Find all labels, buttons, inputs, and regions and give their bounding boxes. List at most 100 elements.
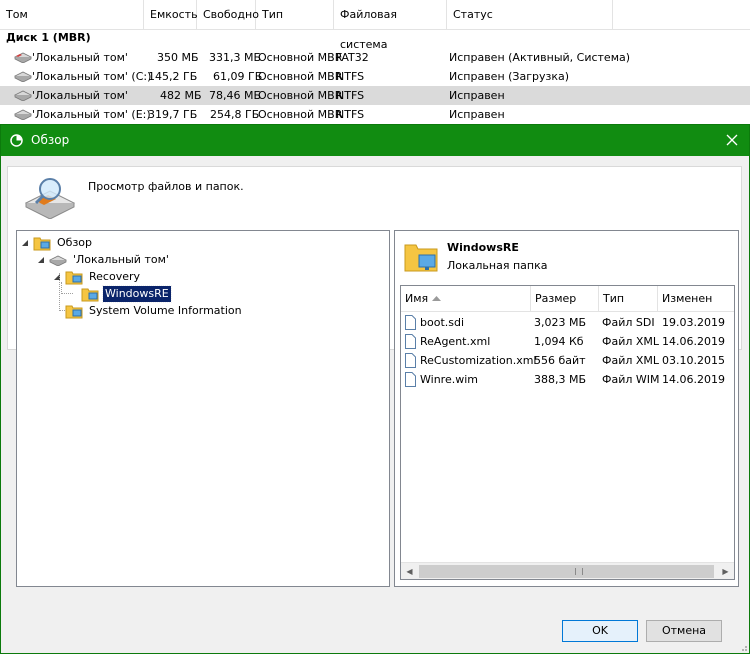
col-modified[interactable]: Изменен	[658, 286, 734, 312]
volume-capacity: 482 МБ	[160, 89, 202, 102]
file-modified: 19.03.2019	[662, 316, 725, 329]
file-modified: 14.06.2019	[662, 373, 725, 386]
volume-fs: NTFS	[336, 89, 365, 102]
file-modified: 03.10.2015	[662, 354, 725, 367]
file-icon	[405, 372, 416, 387]
col-type[interactable]: Тип	[256, 0, 334, 30]
scroll-right-icon[interactable]: ▶	[717, 563, 734, 580]
volume-icon	[14, 71, 32, 82]
app-icon	[10, 134, 23, 147]
volume-name: 'Локальный том'	[32, 89, 128, 102]
file-icon	[405, 353, 416, 368]
dialog-description: Просмотр файлов и папок.	[88, 180, 244, 193]
file-size: 3,023 МБ	[534, 316, 587, 329]
expanded-arrow-icon	[38, 257, 44, 263]
volume-icon	[14, 109, 32, 120]
header-strip: Просмотр файлов и папок.	[8, 167, 741, 224]
volume-status: Исправен	[449, 89, 505, 102]
volume-row[interactable]: 'Локальный том' (E:) 319,7 ГБ 254,8 ГБ О…	[0, 105, 750, 124]
volume-table-header: Том Емкость Свободно Тип Файловая систем…	[0, 0, 750, 51]
tree-label: System Volume Information	[89, 304, 242, 317]
col-volume[interactable]: Том	[0, 0, 144, 30]
col-name-label: Имя	[405, 292, 429, 305]
volume-fs: NTFS	[336, 70, 365, 83]
volume-free: 61,09 ГБ	[213, 70, 263, 83]
col-name[interactable]: Имя	[401, 286, 531, 312]
folder-icon	[65, 305, 83, 319]
volume-icon	[14, 52, 32, 63]
tree-label: Recovery	[89, 270, 141, 283]
dialog-title: Обзор	[31, 133, 70, 147]
volume-row-selected[interactable]: 'Локальный том' 482 МБ 78,46 МБ Основной…	[0, 86, 750, 105]
file-name: ReCustomization.xml	[420, 354, 537, 367]
file-row[interactable]: boot.sdi 3,023 МБ Файл SDI 19.03.2019	[401, 313, 734, 332]
volume-icon	[14, 90, 32, 101]
col-filesystem[interactable]: Файловая система	[334, 0, 447, 51]
browse-disk-icon	[24, 178, 76, 219]
expanded-arrow-icon	[22, 240, 28, 246]
file-list-header: Имя Размер Тип Изменен	[401, 286, 734, 312]
scrollbar-thumb[interactable]	[419, 565, 714, 578]
ok-button[interactable]: OK	[562, 620, 638, 642]
col-size[interactable]: Размер	[531, 286, 599, 312]
volume-fs: FAT32	[336, 51, 369, 64]
col-type[interactable]: Тип	[599, 286, 658, 312]
col-free[interactable]: Свободно	[197, 0, 259, 30]
volume-status: Исправен (Активный, Система)	[449, 51, 631, 64]
volume-free: 78,46 МБ	[209, 89, 262, 102]
volume-name: 'Локальный том' (E:)	[32, 108, 151, 121]
volume-name: 'Локальный том' (C:)	[32, 70, 152, 83]
close-icon[interactable]	[723, 131, 741, 149]
file-type: Файл WIM	[602, 373, 660, 386]
resize-grip-icon[interactable]	[738, 642, 748, 652]
folder-contents-panel: WindowsRE Локальная папка Имя Размер Тип…	[394, 230, 739, 587]
file-size: 1,094 Кб	[534, 335, 584, 348]
volume-free: 331,3 МБ	[209, 51, 262, 64]
sort-ascending-icon	[432, 296, 441, 301]
volume-type: Основной MBR	[258, 51, 343, 64]
file-size: 388,3 МБ	[534, 373, 587, 386]
col-capacity[interactable]: Емкость	[144, 0, 198, 30]
volume-type: Основной MBR	[258, 70, 343, 83]
horizontal-scrollbar[interactable]: ◀ ▶	[401, 562, 734, 579]
volume-fs: NTFS	[336, 108, 365, 121]
volume-type: Основной MBR	[258, 89, 343, 102]
volume-status: Исправен (Загрузка)	[449, 70, 570, 83]
scrollbar-grip	[575, 568, 583, 575]
tree-label: 'Локальный том'	[73, 253, 169, 266]
volume-capacity: 145,2 ГБ	[148, 70, 198, 83]
volume-capacity: 319,7 ГБ	[148, 108, 198, 121]
volume-free: 254,8 ГБ	[210, 108, 260, 121]
file-icon	[405, 315, 416, 330]
volume-row[interactable]: 'Локальный том' 350 МБ 331,3 МБ Основной…	[0, 48, 750, 67]
file-name: Winre.wim	[420, 373, 478, 386]
file-list[interactable]: Имя Размер Тип Изменен boot.sdi 3,023 МБ…	[400, 285, 735, 580]
file-name: boot.sdi	[420, 316, 465, 329]
file-type: Файл SDI	[602, 316, 655, 329]
folder-large-icon	[404, 244, 438, 272]
cancel-button[interactable]: Отмена	[646, 620, 722, 642]
tree-label: Обзор	[57, 236, 93, 249]
volume-type: Основной MBR	[258, 108, 343, 121]
folder-tree[interactable]: Обзор 'Локальный том' Recovery WindowsRE…	[16, 230, 390, 587]
file-size: 556 байт	[534, 354, 586, 367]
volume-status: Исправен	[449, 108, 505, 121]
tree-label: WindowsRE	[102, 285, 172, 303]
dialog-titlebar[interactable]: Обзор	[1, 125, 749, 156]
volume-row[interactable]: 'Локальный том' (C:) 145,2 ГБ 61,09 ГБ О…	[0, 67, 750, 86]
folder-type: Локальная папка	[447, 259, 548, 272]
volume-name: 'Локальный том'	[32, 51, 128, 64]
file-row[interactable]: ReAgent.xml 1,094 Кб Файл XML 14.06.2019	[401, 332, 734, 351]
file-type: Файл XML	[602, 354, 660, 367]
folder-icon	[33, 237, 51, 251]
file-modified: 14.06.2019	[662, 335, 725, 348]
volume-capacity: 350 МБ	[157, 51, 199, 64]
file-row[interactable]: ReCustomization.xml 556 байт Файл XML 03…	[401, 351, 734, 370]
file-type: Файл XML	[602, 335, 660, 348]
folder-icon	[81, 288, 99, 302]
file-icon	[405, 334, 416, 349]
col-status[interactable]: Статус	[447, 0, 613, 30]
volume-icon	[49, 255, 67, 266]
file-row[interactable]: Winre.wim 388,3 МБ Файл WIM 14.06.2019	[401, 370, 734, 389]
scroll-left-icon[interactable]: ◀	[401, 563, 418, 580]
